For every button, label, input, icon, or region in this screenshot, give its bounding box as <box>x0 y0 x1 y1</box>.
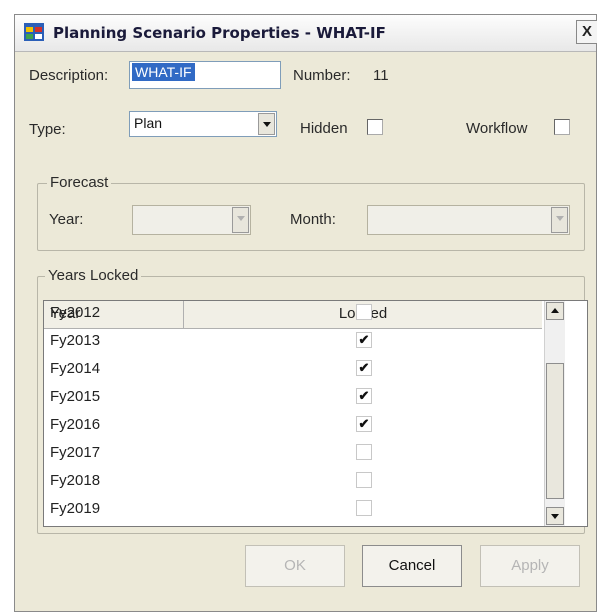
year-cell: Fy2012 <box>50 304 101 321</box>
hidden-checkbox[interactable] <box>367 119 383 135</box>
chevron-down-icon <box>263 122 271 127</box>
workflow-label: Workflow <box>466 120 528 137</box>
locked-checkbox[interactable] <box>356 472 372 488</box>
title-bar[interactable]: Planning Scenario Properties - WHAT-IF X <box>15 15 597 52</box>
forecast-month-label: Month: <box>290 211 336 228</box>
forecast-year-select[interactable] <box>132 205 251 235</box>
grid-scrollbar[interactable] <box>544 301 565 526</box>
year-cell: Fy2016 <box>50 416 101 433</box>
table-row[interactable]: Fy2018 <box>44 467 542 495</box>
forecast-group-title: Forecast <box>47 174 112 191</box>
apply-button[interactable]: Apply <box>480 545 580 587</box>
description-value: WHAT-IF <box>132 63 195 81</box>
locked-checkbox[interactable]: ✔ <box>356 360 372 376</box>
app-window-icon <box>24 23 44 41</box>
chevron-down-icon <box>556 216 564 221</box>
forecast-year-label: Year: <box>49 211 84 228</box>
chevron-down-icon <box>237 216 245 221</box>
year-cell: Fy2018 <box>50 472 101 489</box>
table-row[interactable]: Fy2019 <box>44 495 542 523</box>
year-cell: Fy2019 <box>50 500 101 517</box>
arrow-down-icon <box>551 514 559 519</box>
type-label: Type: <box>29 121 66 138</box>
ok-button[interactable]: OK <box>245 545 345 587</box>
type-value: Plan <box>134 115 163 131</box>
workflow-checkbox[interactable] <box>554 119 570 135</box>
years-locked-grid[interactable]: Year Locked Fy2012Fy2013✔Fy2014✔Fy2015✔F… <box>43 300 588 527</box>
locked-checkbox[interactable]: ✔ <box>356 416 372 432</box>
number-label: Number: <box>293 67 351 84</box>
table-row[interactable]: Fy2015 ✔ <box>44 383 542 411</box>
table-row[interactable]: Fy2014 ✔ <box>44 355 542 383</box>
locked-checkbox[interactable] <box>356 500 372 516</box>
year-cell: Fy2013 <box>50 332 101 349</box>
description-label: Description: <box>29 67 109 84</box>
planning-scenario-dialog: Planning Scenario Properties - WHAT-IF X… <box>14 14 597 612</box>
table-row[interactable]: Fy2016 ✔ <box>44 411 542 439</box>
table-row[interactable]: Fy2013 ✔ <box>44 327 542 355</box>
type-dropdown-button[interactable] <box>258 113 275 135</box>
forecast-month-dropdown-button[interactable] <box>551 207 568 233</box>
cancel-button[interactable]: Cancel <box>362 545 462 587</box>
hidden-label: Hidden <box>300 120 348 137</box>
table-row[interactable]: Fy2017 <box>44 439 542 467</box>
scroll-down-button[interactable] <box>546 507 564 525</box>
forecast-year-dropdown-button[interactable] <box>232 207 249 233</box>
table-row[interactable]: Fy2012 <box>44 301 542 327</box>
locked-checkbox[interactable]: ✔ <box>356 332 372 348</box>
locked-checkbox[interactable]: ✔ <box>356 388 372 404</box>
description-input[interactable]: WHAT-IF <box>129 61 281 89</box>
close-button[interactable]: X <box>576 20 597 44</box>
type-select[interactable]: Plan <box>129 111 277 137</box>
forecast-month-select[interactable] <box>367 205 570 235</box>
scroll-up-button[interactable] <box>546 302 564 320</box>
scroll-thumb[interactable] <box>546 363 564 499</box>
window-title: Planning Scenario Properties - WHAT-IF <box>53 24 386 42</box>
number-value: 11 <box>373 67 389 84</box>
years-locked-group-title: Years Locked <box>45 267 142 284</box>
locked-checkbox[interactable] <box>356 444 372 460</box>
arrow-up-icon <box>551 308 559 313</box>
locked-checkbox[interactable] <box>356 304 372 320</box>
year-cell: Fy2014 <box>50 360 101 377</box>
year-cell: Fy2017 <box>50 444 101 461</box>
year-cell: Fy2015 <box>50 388 101 405</box>
